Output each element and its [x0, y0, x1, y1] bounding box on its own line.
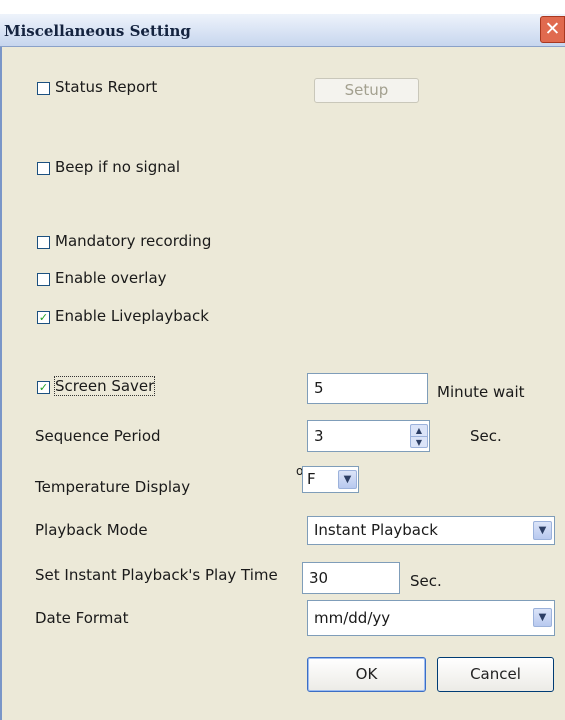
screen-saver-minutes-input[interactable]: 5	[307, 373, 428, 404]
playback-mode-label: Playback Mode	[35, 521, 148, 539]
mandatory-recording-label[interactable]: Mandatory recording	[55, 232, 211, 250]
status-report-checkbox[interactable]	[37, 82, 50, 95]
temperature-unit-value: F	[307, 470, 316, 488]
date-format-value: mm/dd/yy	[314, 609, 391, 627]
close-icon[interactable]: ✕	[540, 16, 565, 43]
mandatory-recording-checkbox[interactable]	[37, 236, 50, 249]
spin-up-icon[interactable]: ▲	[411, 425, 427, 436]
minute-wait-label: Minute wait	[437, 383, 525, 401]
cancel-button[interactable]: Cancel	[437, 657, 554, 692]
instant-play-time-label: Set Instant Playback's Play Time	[35, 566, 278, 584]
enable-liveplayback-checkbox[interactable]: ✓	[37, 311, 50, 324]
sequence-period-unit: Sec.	[470, 427, 502, 445]
window-title: Miscellaneous Setting	[4, 22, 191, 40]
ok-button[interactable]: OK	[307, 657, 426, 692]
date-format-select[interactable]: mm/dd/yy	[307, 600, 555, 636]
beep-no-signal-label[interactable]: Beep if no signal	[55, 158, 180, 176]
screen-saver-checkbox[interactable]: ✓	[37, 381, 50, 394]
playback-mode-select[interactable]: Instant Playback	[307, 516, 555, 545]
chevron-down-icon[interactable]: ▼	[338, 470, 357, 489]
enable-overlay-label[interactable]: Enable overlay	[55, 269, 167, 287]
temperature-display-label: Temperature Display	[35, 478, 191, 496]
sequence-period-label: Sequence Period	[35, 427, 161, 445]
spin-down-icon[interactable]: ▼	[411, 436, 427, 448]
instant-play-time-unit: Sec.	[410, 572, 442, 590]
setup-button[interactable]: Setup	[314, 78, 419, 103]
enable-liveplayback-label[interactable]: Enable Liveplayback	[55, 307, 209, 325]
instant-play-time-input[interactable]: 30	[302, 562, 400, 594]
sequence-period-spinner[interactable]: ▲ ▼	[410, 424, 428, 448]
date-format-label: Date Format	[35, 609, 129, 627]
beep-no-signal-checkbox[interactable]	[37, 162, 50, 175]
enable-overlay-checkbox[interactable]	[37, 273, 50, 286]
chevron-down-icon[interactable]: ▼	[533, 521, 552, 540]
status-report-label[interactable]: Status Report	[55, 78, 157, 96]
playback-mode-value: Instant Playback	[314, 521, 438, 539]
title-bar[interactable]: Miscellaneous Setting	[0, 14, 565, 47]
screen-saver-label[interactable]: Screen Saver	[53, 376, 156, 396]
chevron-down-icon[interactable]: ▼	[533, 608, 552, 627]
